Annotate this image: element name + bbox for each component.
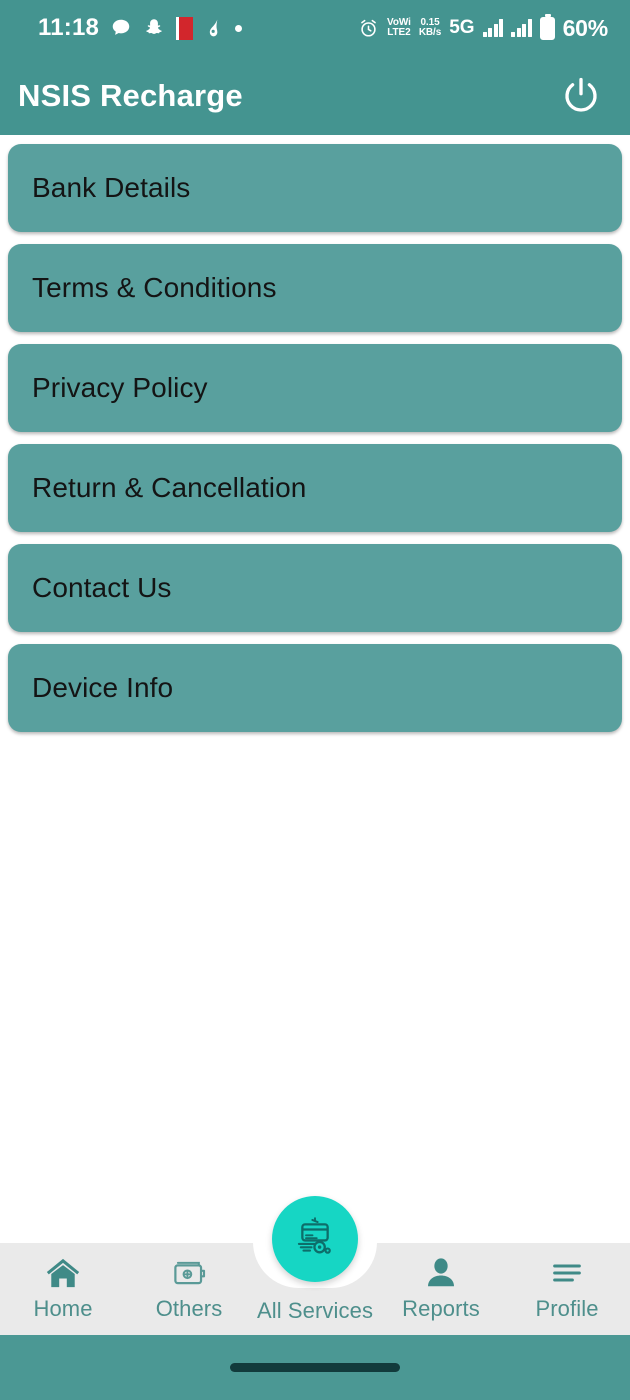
menu-item-label: Bank Details [32,172,191,203]
volte-lte-indicator: VoWi LTE2 [387,16,411,39]
nav-item-profile[interactable]: Profile [504,1243,630,1335]
credit-card-recharge-icon [292,1214,338,1265]
data-rate-indicator: 0.15 KB/s [418,16,442,39]
menu-list: Bank Details Terms & Conditions Privacy … [0,135,630,1243]
home-icon [44,1253,82,1293]
wallet-icon [170,1253,208,1293]
battery-icon [539,13,555,40]
nav-item-reports[interactable]: Reports [378,1243,504,1335]
menu-item-bank-details[interactable]: Bank Details [8,144,622,232]
page-title: NSIS Recharge [18,77,243,113]
power-icon[interactable] [558,73,604,119]
all-services-fab-button[interactable] [272,1196,358,1282]
menu-item-device-info[interactable]: Device Info [8,644,622,732]
status-bar-left: 11:18 [38,14,243,42]
app-icon [204,17,224,39]
app-bar: NSIS Recharge [0,56,630,135]
signal-bars-icon [511,19,532,37]
network-type-label: 5G [449,17,475,38]
system-gesture-bar [0,1335,630,1400]
menu-item-label: Device Info [32,672,174,703]
nav-item-label: Profile [535,1296,599,1321]
nav-item-label: Home [33,1296,93,1321]
nav-item-label: Others [155,1296,223,1321]
menu-item-return-cancellation[interactable]: Return & Cancellation [8,444,622,532]
battery-percent-label: 60% [562,14,609,41]
menu-item-privacy-policy[interactable]: Privacy Policy [8,344,622,432]
gesture-handle[interactable] [230,1363,400,1372]
menu-item-terms-conditions[interactable]: Terms & Conditions [8,244,622,332]
menu-item-label: Contact Us [32,572,172,603]
menu-item-label: Return & Cancellation [32,472,307,503]
status-bar-right: VoWi LTE2 0.15 KB/s 5G 60% [358,13,609,42]
data-rate-value: 0.15 [420,16,440,28]
alarm-icon [358,18,379,39]
nav-item-others[interactable]: Others [126,1243,252,1335]
snapchat-icon [143,17,165,39]
nav-item-label: Reports [402,1296,480,1321]
person-icon [422,1253,460,1293]
menu-item-contact-us[interactable]: Contact Us [8,544,622,632]
app-screen: 11:18 VoWi LTE2 0.15 KB/s 5G 60% NSIS Re… [0,0,630,1400]
nav-item-label: All Services [256,1298,374,1323]
nav-item-home[interactable]: Home [0,1243,126,1335]
status-bar-clock: 11:18 [38,14,100,41]
data-rate-unit: KB/s [418,27,442,38]
signal-bars-icon [482,19,504,37]
chat-bubble-icon [110,17,132,39]
status-bar: 11:18 VoWi LTE2 0.15 KB/s 5G 60% [0,0,630,56]
lte-label: LTE2 [387,27,411,38]
menu-item-label: Terms & Conditions [32,272,277,303]
hamburger-menu-icon [548,1253,586,1293]
dot-icon [235,24,243,32]
menu-item-label: Privacy Policy [32,372,208,403]
bottom-navigation-bar: Home Others All Services Reports Profile [0,1196,630,1335]
red-book-app-icon [176,16,194,40]
volte-label: VoWi [387,16,411,28]
